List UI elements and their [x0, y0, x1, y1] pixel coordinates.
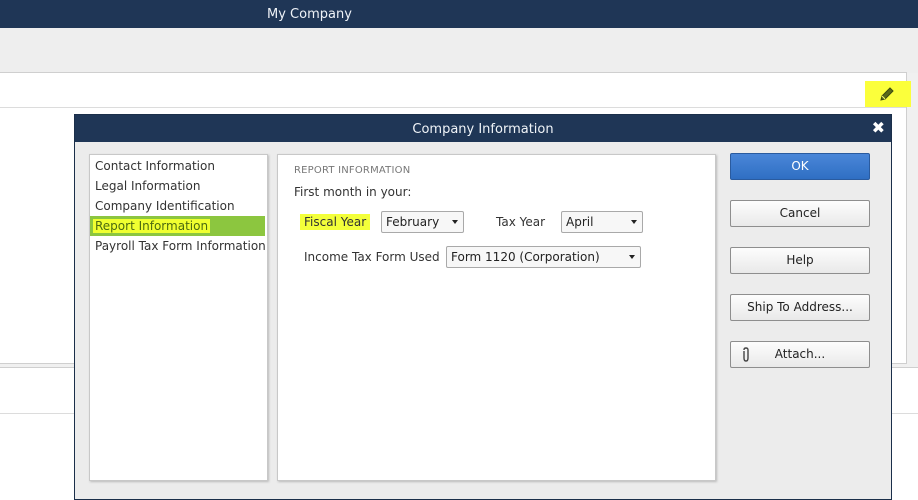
fiscal-year-select[interactable]: February	[381, 211, 464, 233]
nav-item-label: Company Identification	[95, 199, 235, 213]
dialog-nav: Contact Information Legal Information Co…	[89, 154, 268, 481]
nav-item-contact-information[interactable]: Contact Information	[90, 156, 265, 176]
tax-year-label: Tax Year	[496, 215, 546, 229]
nav-item-legal-information[interactable]: Legal Information	[90, 176, 265, 196]
company-information-dialog: Company Information ✖ Contact Informatio…	[74, 114, 892, 500]
app-title: My Company	[267, 7, 352, 22]
dialog-title-bar[interactable]: Company Information ✖	[75, 115, 891, 142]
app-title-bar: My Company	[0, 0, 918, 28]
fiscal-year-label: Fiscal Year	[300, 214, 371, 230]
toolbar-area	[0, 28, 918, 73]
income-tax-form-value: Form 1120 (Corporation)	[451, 250, 600, 264]
ship-to-address-button[interactable]: Ship To Address...	[730, 294, 870, 321]
nav-item-label: Contact Information	[95, 159, 215, 173]
section-heading: REPORT INFORMATION	[294, 165, 411, 176]
attach-button-label: Attach...	[774, 347, 826, 361]
attach-button[interactable]: Attach...	[730, 341, 870, 368]
dialog-title: Company Information	[412, 122, 554, 137]
divider	[0, 107, 906, 108]
tax-year-value: April	[566, 215, 594, 229]
first-month-label: First month in your:	[294, 185, 412, 199]
tax-year-select[interactable]: April	[561, 211, 643, 233]
help-button[interactable]: Help	[730, 247, 870, 274]
chevron-down-icon	[629, 255, 635, 259]
pencil-icon	[880, 87, 894, 101]
nav-item-company-identification[interactable]: Company Identification	[90, 196, 265, 216]
paperclip-icon	[743, 347, 749, 362]
nav-item-label: Payroll Tax Form Information	[95, 239, 266, 253]
nav-item-label: Legal Information	[95, 179, 201, 193]
income-tax-form-label: Income Tax Form Used	[304, 250, 440, 264]
fiscal-year-value: February	[386, 215, 440, 229]
chevron-down-icon	[631, 220, 637, 224]
nav-item-label: Report Information	[93, 219, 211, 233]
ok-button[interactable]: OK	[730, 153, 870, 180]
income-tax-form-select[interactable]: Form 1120 (Corporation)	[446, 246, 641, 268]
cancel-button[interactable]: Cancel	[730, 200, 870, 227]
edit-button[interactable]	[865, 81, 911, 107]
close-icon[interactable]: ✖	[872, 120, 885, 136]
nav-item-payroll-tax-form-information[interactable]: Payroll Tax Form Information	[90, 236, 266, 256]
nav-item-report-information[interactable]: Report Information	[90, 216, 265, 236]
chevron-down-icon	[452, 220, 458, 224]
report-information-panel: REPORT INFORMATION First month in your: …	[277, 154, 716, 481]
